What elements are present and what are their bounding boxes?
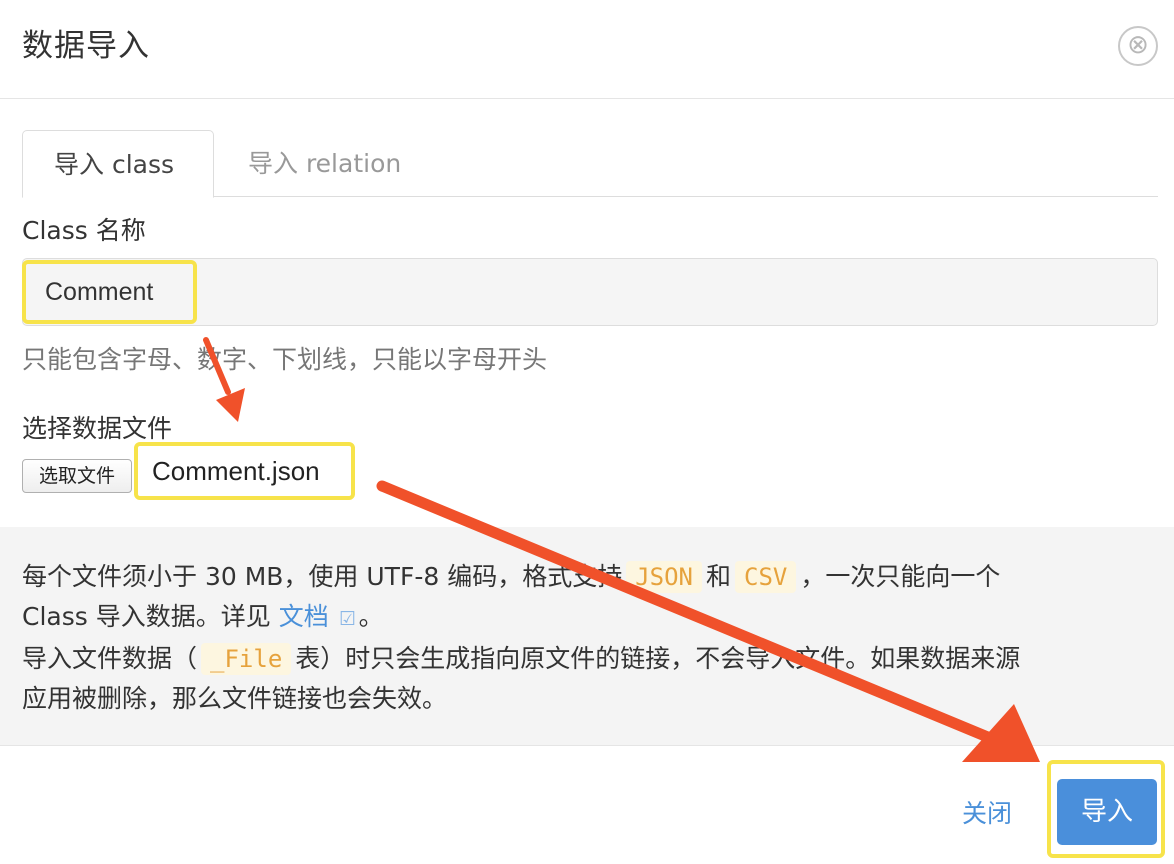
info-line-3: 导入文件数据（ _File 表）时只会生成指向原文件的链接，不会导入文件。如果数据来… xyxy=(22,639,1152,679)
info-text: Class 导入数据。详见 xyxy=(22,602,271,631)
info-line-2: Class 导入数据。详见 文档 ☑。 xyxy=(22,597,1152,639)
info-text: 导入文件数据（ xyxy=(22,644,198,673)
tab-import-class[interactable]: 导入 class xyxy=(22,130,214,198)
selected-file-name: Comment.json xyxy=(152,456,320,486)
code-file: _File xyxy=(201,643,292,675)
code-csv: CSV xyxy=(735,561,797,593)
info-text: 和 xyxy=(706,562,732,591)
file-select-label: 选择数据文件 xyxy=(22,414,173,443)
close-icon[interactable]: ⊗ xyxy=(1118,26,1158,66)
arrow-head-to-file xyxy=(216,388,245,422)
class-name-input[interactable]: Comment xyxy=(22,258,1158,326)
external-link-icon[interactable]: ☑ xyxy=(337,599,359,639)
import-button[interactable]: 导入 xyxy=(1057,779,1157,845)
tab-import-relation[interactable]: 导入 relation xyxy=(215,130,434,197)
tab-bar: 导入 class 导入 relation xyxy=(22,130,1158,198)
choose-file-button[interactable]: 选取文件 xyxy=(22,459,132,493)
class-name-label: Class 名称 xyxy=(22,216,146,245)
dialog-title: 数据导入 xyxy=(22,28,150,64)
info-line-1: 每个文件须小于 30 MB，使用 UTF-8 编码，格式支持 JSON 和 CSV ，一… xyxy=(22,557,1152,597)
docs-link[interactable]: 文档 xyxy=(279,602,329,631)
code-json: JSON xyxy=(626,561,702,593)
info-text: 。 xyxy=(358,602,384,631)
close-button[interactable]: 关闭 xyxy=(962,794,1012,830)
class-name-hint: 只能包含字母、数字、下划线，只能以字母开头 xyxy=(22,345,548,374)
dialog-header: 数据导入 ⊗ xyxy=(0,0,1174,99)
info-text: 每个文件须小于 30 MB，使用 UTF-8 编码，格式支持 xyxy=(22,562,623,591)
info-text: 表）时只会生成指向原文件的链接，不会导入文件。如果数据来源 xyxy=(295,644,1021,673)
info-line-4: 应用被删除，那么文件链接也会失效。 xyxy=(22,684,448,713)
import-info-panel: 每个文件须小于 30 MB，使用 UTF-8 编码，格式支持 JSON 和 CSV ，一… xyxy=(0,527,1174,746)
info-text: ，一次只能向一个 xyxy=(800,562,1001,591)
